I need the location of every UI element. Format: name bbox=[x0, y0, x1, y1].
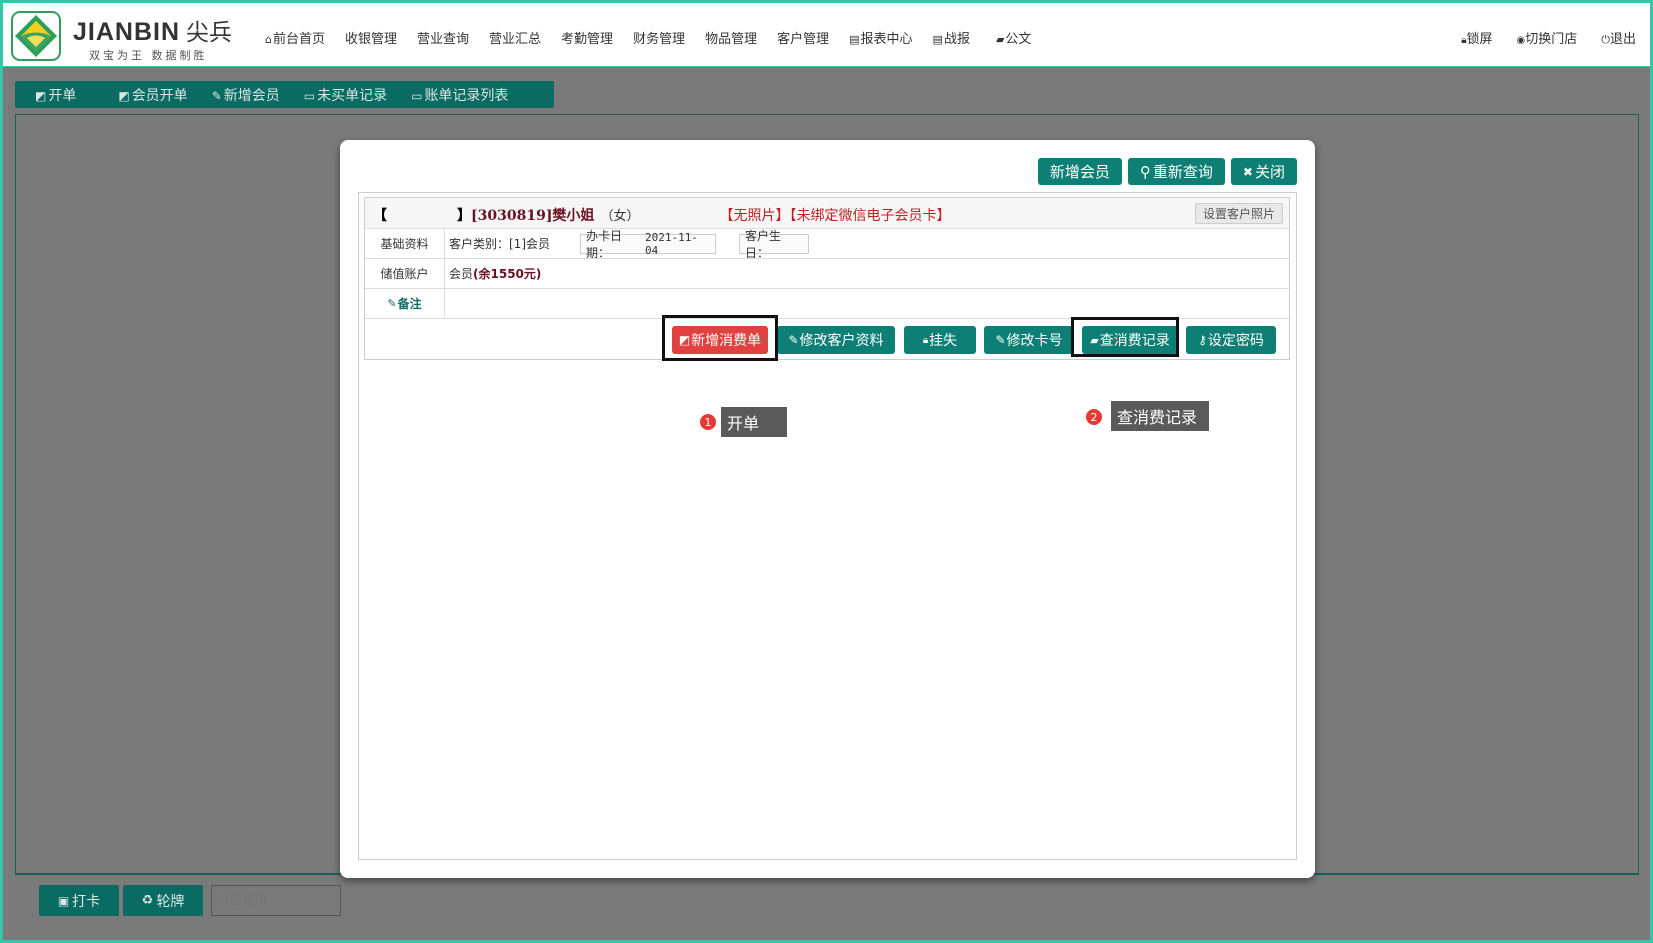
add-member-button[interactable]: 新增会员 bbox=[1037, 158, 1122, 185]
nav-goods[interactable]: 物品管理 bbox=[705, 28, 757, 47]
member-bill-icon: ◩ bbox=[118, 88, 130, 103]
table-icon: ▤ bbox=[849, 33, 860, 46]
brand-name-en: JIANBIN bbox=[73, 18, 181, 46]
switch-store-link[interactable]: ◉切换门店 bbox=[1517, 28, 1578, 47]
customer-modal: 新增会员 ⚲ 重新查询 ✖ 关闭 【】[3030819]樊小姐 （女） 【无照片】【未绑… bbox=[340, 140, 1315, 878]
member-bill-tab[interactable]: ◩ 会员开单 bbox=[108, 85, 197, 105]
nav-documents[interactable]: ▰公文 bbox=[996, 28, 1031, 47]
card-date-field: 办卡日期： 2021-11-04 bbox=[580, 229, 716, 260]
modal-body: 【】[3030819]樊小姐 （女） 【无照片】【未绑定微信电子会员卡】 设置客户照… bbox=[358, 192, 1297, 860]
right-nav: 🔒︎锁屏 ◉切换门店 ⏻退出 bbox=[1437, 28, 1636, 47]
search-icon: ⚲ bbox=[1139, 162, 1151, 181]
account-row: 储值账户 会员 (余1550元) bbox=[365, 259, 1289, 289]
annotation-badge-1: 1 bbox=[699, 413, 717, 431]
edit-icon: ✎ bbox=[211, 88, 222, 103]
nav-reports[interactable]: ▤报表中心 bbox=[849, 28, 912, 47]
lock-screen-link[interactable]: 🔒︎锁屏 bbox=[1461, 28, 1492, 47]
note-row: ✎ 备注 bbox=[365, 289, 1289, 319]
power-icon: ⏻ bbox=[1601, 33, 1610, 46]
no-photo-tag: 【无照片】 bbox=[719, 208, 790, 224]
add-member-tab[interactable]: ✎ 新增会员 bbox=[202, 85, 290, 105]
nav-battle-report[interactable]: ▤战报 bbox=[933, 28, 970, 47]
id-card-icon: ▣ bbox=[57, 893, 70, 908]
nav-finance[interactable]: 财务管理 bbox=[633, 28, 685, 47]
close-button[interactable]: ✖ 关闭 bbox=[1230, 158, 1297, 185]
edit-icon: ✎ bbox=[788, 333, 799, 347]
customer-card: 【】[3030819]樊小姐 （女） 【无照片】【未绑定微信电子会员卡】 设置客户照… bbox=[364, 197, 1290, 361]
customer-header-row: 【】[3030819]樊小姐 （女） 【无照片】【未绑定微信电子会员卡】 设置客户照… bbox=[365, 198, 1289, 229]
brand-name-cn: 尖兵 bbox=[186, 20, 233, 46]
punch-card-button[interactable]: ▣ 打卡 bbox=[39, 885, 119, 916]
book-icon: ▰ bbox=[995, 33, 1005, 46]
rotate-button[interactable]: ♻ 轮牌 bbox=[123, 885, 203, 916]
edit-profile-button[interactable]: ✎ 修改客户资料 bbox=[777, 326, 895, 354]
edit-icon: ✎ bbox=[995, 333, 1006, 347]
nav-attendance[interactable]: 考勤管理 bbox=[561, 28, 613, 47]
open-bill-tab[interactable]: ◩ 开单 bbox=[25, 85, 86, 105]
recycle-icon: ♻ bbox=[141, 893, 154, 908]
birthday-field: 客户生日： bbox=[739, 229, 809, 260]
annotation-tip-open-bill: 开单 bbox=[721, 407, 787, 437]
customer-name: [3030819]樊小姐 bbox=[471, 208, 595, 224]
basic-info-label: 基础资料 bbox=[365, 229, 445, 258]
nav-home[interactable]: ⌂前台首页 bbox=[265, 28, 325, 47]
home-icon: ⌂ bbox=[265, 33, 272, 46]
main-nav: ⌂前台首页 收银管理 营业查询 营业汇总 考勤管理 财务管理 物品管理 客户管理… bbox=[265, 28, 1051, 47]
report-loss-button[interactable]: 🔒︎ 挂失 bbox=[904, 326, 976, 354]
monitor-icon: ▭ bbox=[411, 88, 423, 103]
close-icon: ✖ bbox=[1242, 164, 1253, 179]
account-label: 储值账户 bbox=[365, 259, 445, 288]
set-photo-button[interactable]: 设置客户照片 bbox=[1194, 203, 1283, 224]
action-toolbar: ◩ 开单 ◩ 会员开单 ✎ 新增会员 ▭ 未买单记录 ▭ 账单记录列表 bbox=[15, 81, 554, 108]
nav-cashier[interactable]: 收银管理 bbox=[345, 28, 397, 47]
annotation-tip-consume-records: 查消费记录 bbox=[1111, 401, 1209, 431]
no-wechat-tag: 【未绑定微信电子会员卡】 bbox=[789, 208, 951, 224]
set-password-button[interactable]: ⚷ 设定密码 bbox=[1186, 326, 1276, 354]
lock-icon: 🔒︎ bbox=[922, 334, 929, 346]
note-label[interactable]: ✎ 备注 bbox=[365, 289, 445, 318]
filter-bills-input[interactable] bbox=[211, 885, 341, 916]
account-balance: (余1550元) bbox=[473, 267, 542, 281]
logout-link[interactable]: ⏻退出 bbox=[1601, 28, 1636, 47]
account-value: 会员 (余1550元) bbox=[449, 267, 542, 281]
edit-icon: ✎ bbox=[387, 297, 397, 310]
bill-list-tab[interactable]: ▭ 账单记录列表 bbox=[401, 85, 518, 105]
customer-gender: （女） bbox=[600, 209, 640, 224]
highlight-box-new-consume bbox=[662, 315, 778, 361]
annotation-badge-2: 2 bbox=[1085, 408, 1103, 426]
edit-card-button[interactable]: ✎ 修改卡号 bbox=[984, 326, 1074, 354]
customer-header: 【】[3030819]樊小姐 （女） 【无照片】【未绑定微信电子会员卡】 bbox=[373, 208, 951, 224]
requery-button[interactable]: ⚲ 重新查询 bbox=[1127, 158, 1225, 185]
unpaid-records-tab[interactable]: ▭ 未买单记录 bbox=[294, 85, 397, 105]
nav-customers[interactable]: 客户管理 bbox=[777, 28, 829, 47]
customer-type: 客户类别：[1]会员 bbox=[449, 237, 550, 251]
brand: JIANBIN 尖兵 双宝为王 数据制胜 bbox=[73, 13, 232, 63]
brand-slogan: 双宝为王 数据制胜 bbox=[89, 49, 208, 62]
key-icon: ⚷ bbox=[1198, 333, 1207, 347]
brand-logo-icon bbox=[11, 11, 61, 61]
location-icon: ◉ bbox=[1516, 35, 1526, 46]
top-header: JIANBIN 尖兵 双宝为王 数据制胜 ⌂前台首页 收银管理 营业查询 营业汇总… bbox=[3, 3, 1650, 67]
nav-business-query[interactable]: 营业查询 bbox=[417, 28, 469, 47]
report-icon: ▤ bbox=[932, 33, 943, 46]
nav-business-summary[interactable]: 营业汇总 bbox=[489, 28, 541, 47]
basic-info-row: 基础资料 客户类别：[1]会员 办卡日期： 2021-11-04 客户生日： bbox=[365, 229, 1289, 260]
monitor-icon: ▭ bbox=[303, 88, 316, 103]
open-bill-icon: ◩ bbox=[35, 88, 47, 103]
highlight-box-consume-records bbox=[1071, 317, 1179, 357]
modal-top-buttons: 新增会员 ⚲ 重新查询 ✖ 关闭 bbox=[1032, 158, 1297, 185]
